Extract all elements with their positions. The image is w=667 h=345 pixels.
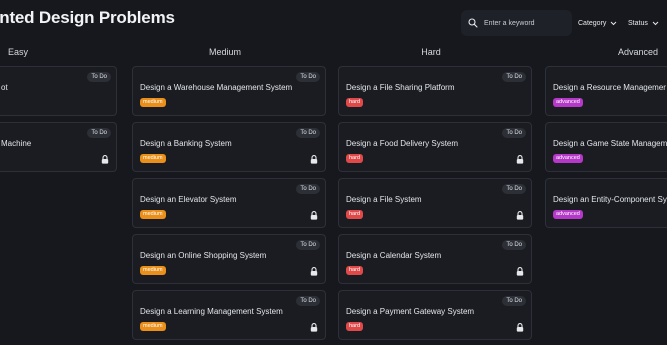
difficulty-badge: hard (346, 154, 364, 163)
card-title: Design an Entity-Component Sy (553, 195, 667, 204)
card-title: Machine (1, 139, 32, 148)
problem-card[interactable]: To Do Design a Food Delivery System hard (338, 122, 532, 172)
status-badge: To Do (87, 72, 111, 82)
lock-icon (516, 267, 524, 276)
lock-icon (516, 155, 524, 164)
difficulty-badge: advanced (553, 210, 583, 219)
card-title: Design a Calendar System (346, 251, 442, 260)
status-label: Status (628, 19, 648, 27)
lock-icon (310, 211, 318, 220)
status-badge: To Do (296, 296, 320, 306)
difficulty-badge: medium (140, 98, 166, 107)
status-badge: To Do (87, 128, 111, 138)
status-badge: To Do (502, 184, 526, 194)
problem-card[interactable]: To Do Design an Elevator System medium (132, 178, 326, 228)
card-title: Design a Resource Managemer (553, 83, 666, 92)
difficulty-badge: medium (140, 210, 166, 219)
status-badge: To Do (296, 72, 320, 82)
status-badge: To Do (296, 184, 320, 194)
lock-icon (516, 211, 524, 220)
card-title: Design a File Sharing Platform (346, 83, 455, 92)
card-title: Design a Payment Gateway System (346, 307, 475, 316)
card-title: ot (1, 83, 8, 92)
problem-card[interactable]: To Do Design a Learning Management Syste… (132, 290, 326, 340)
difficulty-badge: hard (346, 210, 364, 219)
difficulty-badge: advanced (553, 98, 583, 107)
category-label: Category (578, 19, 607, 27)
problem-card[interactable]: To Do Design a Warehouse Management Syst… (132, 66, 326, 116)
search-input[interactable]: Enter a keyword (461, 10, 572, 36)
column-header-easy: Easy (7, 47, 28, 57)
card-title: Design a Learning Management System (140, 307, 283, 316)
page-title: ented Design Problems (0, 8, 175, 27)
problem-card[interactable]: Design a Game State Managem advanced (545, 122, 667, 172)
problem-card[interactable]: To Do Design an Online Shopping System m… (132, 234, 326, 284)
status-badge: To Do (502, 128, 526, 138)
difficulty-badge: medium (140, 154, 166, 163)
difficulty-badge: hard (346, 266, 364, 275)
problem-card[interactable]: To Do Design a Payment Gateway System ha… (338, 290, 532, 340)
category-dropdown[interactable]: Category (578, 17, 617, 29)
card-title: Design a Warehouse Management System (140, 83, 293, 92)
difficulty-badge: hard (346, 98, 364, 107)
lock-icon (516, 323, 524, 332)
column-header-medium: Medium (208, 47, 241, 57)
card-title: Design a Game State Managem (553, 139, 667, 148)
problem-card[interactable]: To Do Machine (0, 122, 117, 172)
chevron-down-icon (611, 21, 617, 25)
card-title: Design an Online Shopping System (140, 251, 267, 260)
status-badge: To Do (296, 240, 320, 250)
card-title: Design an Elevator System (140, 195, 237, 204)
status-dropdown[interactable]: Status (628, 17, 659, 29)
difficulty-badge: hard (346, 322, 364, 331)
problem-card[interactable]: To Do Design a File Sharing Platform har… (338, 66, 532, 116)
chevron-down-icon (652, 21, 659, 25)
card-title: Design a File System (346, 195, 422, 204)
problem-card[interactable]: Design an Entity-Component Sy advanced (545, 178, 667, 228)
status-badge: To Do (502, 240, 526, 250)
card-title: Design a Food Delivery System (346, 139, 459, 148)
problem-card[interactable]: Design a Resource Managemer advanced (545, 66, 667, 116)
column-header-advanced: Advanced (617, 47, 659, 57)
status-badge: To Do (502, 296, 526, 306)
status-badge: To Do (502, 72, 526, 82)
problem-card[interactable]: To Do Design a Calendar System hard (338, 234, 532, 284)
problem-card[interactable]: To Do ot (0, 66, 117, 116)
lock-icon (310, 323, 318, 332)
board-page: ented Design Problems Enter a keyword Ca… (0, 0, 667, 345)
status-badge: To Do (296, 128, 320, 138)
lock-icon (101, 155, 109, 164)
lock-icon (310, 267, 318, 276)
search-icon (468, 18, 478, 28)
difficulty-badge: medium (140, 266, 166, 275)
problem-card[interactable]: To Do Design a Banking System medium (132, 122, 326, 172)
lock-icon (310, 155, 318, 164)
card-title: Design a Banking System (140, 139, 232, 148)
column-header-hard: Hard (421, 47, 441, 57)
problem-card[interactable]: To Do Design a File System hard (338, 178, 532, 228)
difficulty-badge: medium (140, 322, 166, 331)
search-placeholder: Enter a keyword (484, 19, 535, 27)
difficulty-badge: advanced (553, 154, 583, 163)
